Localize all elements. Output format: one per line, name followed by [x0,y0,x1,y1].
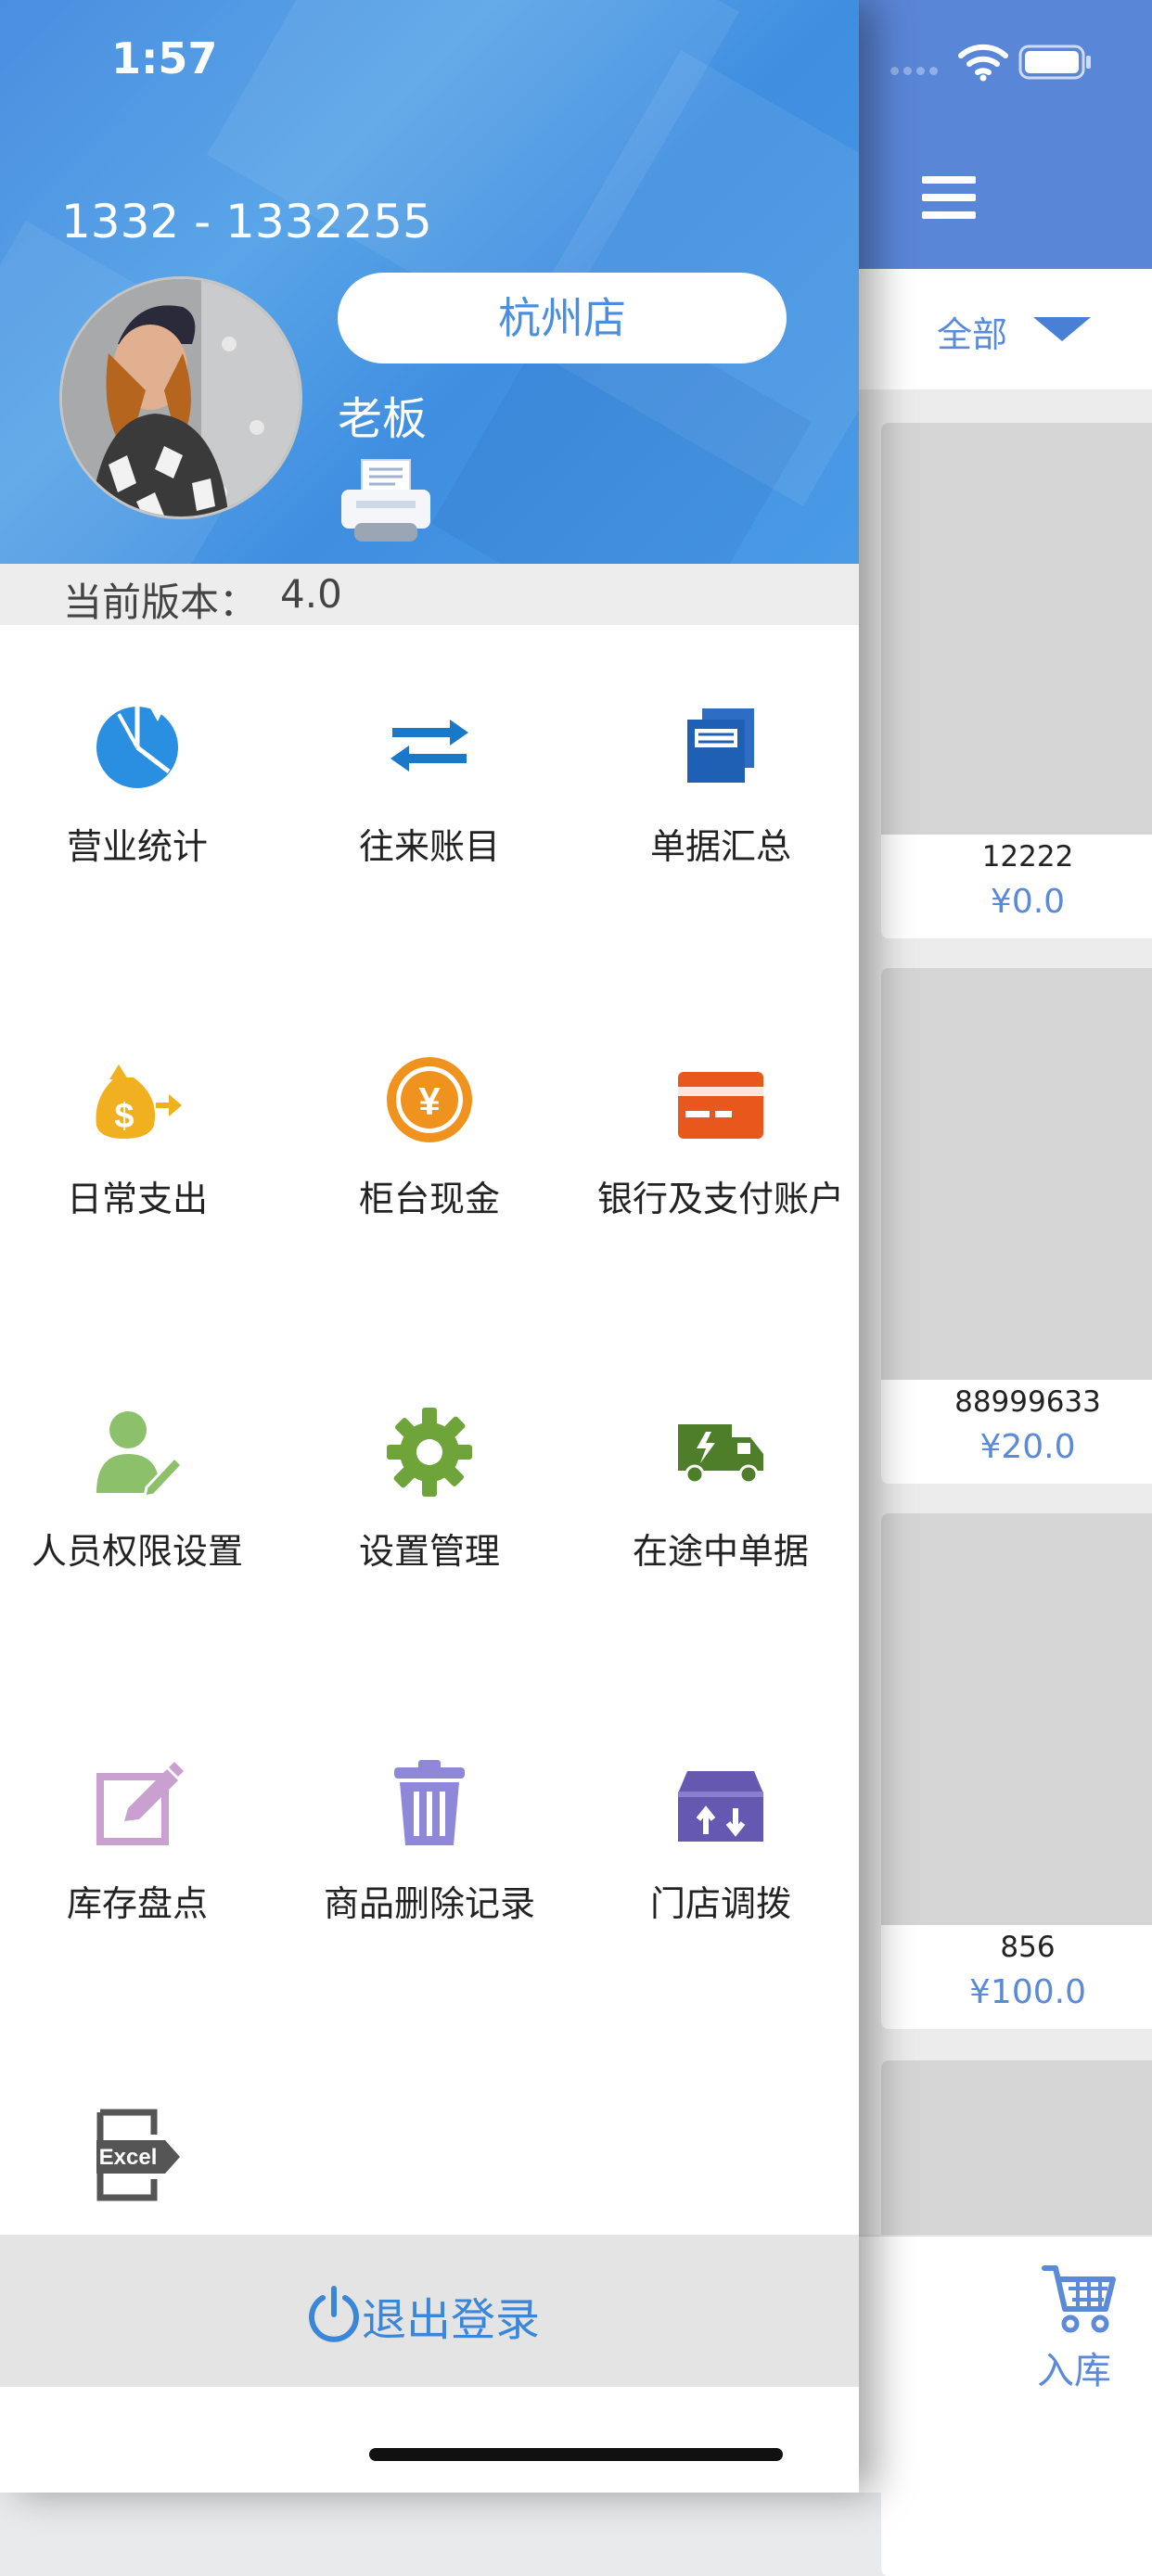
store-selector-button[interactable]: 杭州店 [338,273,787,363]
product-image [881,423,1152,835]
edit-icon [96,1762,184,1845]
transfer-arrows-icon [390,720,468,772]
menu-item-in-transit[interactable]: 在途中单据 [576,1404,865,1756]
menu-item-label: 银行及支付账户 [596,1179,844,1219]
bottom-bar: 入库 [859,2235,1152,2493]
menu-item-label: 营业统计 [66,826,208,867]
menu-item-store-transfer[interactable]: 门店调拨 [576,1756,865,2109]
pie-chart-icon [96,705,178,788]
menu-item-deleted-products[interactable]: 商品删除记录 [285,1756,574,2109]
drawer-header: 1:57 1332 - 1332255 杭州店 老板 [0,0,859,564]
menu-item-stocktaking[interactable]: 库存盘点 [0,1756,282,2109]
menu-item-label: 库存盘点 [66,1883,208,1924]
status-icons [890,41,1132,82]
logout-button[interactable]: 退出登录 [0,2235,859,2387]
user-role: 老板 [338,393,428,445]
svg-text:¥: ¥ [418,1079,441,1123]
version-value: 4.0 [280,571,342,617]
yen-coin-icon: ¥ [387,1057,472,1142]
wifi-icon [958,44,1008,82]
avatar[interactable] [59,276,302,519]
menu-item-label: 门店调拨 [649,1883,791,1924]
menu-icon[interactable] [922,176,976,223]
menu-item-counter-cash[interactable]: ¥ 柜台现金 [285,1052,574,1404]
chevron-down-icon[interactable] [1033,317,1091,341]
menu-item-accounts[interactable]: 往来账目 [285,699,574,1052]
documents-icon [687,708,754,783]
menu-item-label: 商品删除记录 [323,1883,535,1924]
product-price: ¥20.0 [979,1428,1076,1466]
filter-label[interactable]: 全部 [937,306,1007,357]
main-header [859,0,1152,269]
logout-label[interactable]: 退出登录 [362,2283,540,2348]
menu-item-excel-export[interactable]: Excel [0,2109,282,2229]
product-card[interactable]: 12222 ¥0.0 [881,423,1152,938]
product-image [881,968,1152,1380]
version-label: 当前版本： [63,580,259,625]
account-id: 1332 - 1332255 [61,195,432,249]
menu-item-documents-summary[interactable]: 单据汇总 [576,699,865,1052]
menu-item-label: 柜台现金 [358,1179,500,1219]
battery-icon [1018,45,1091,80]
cart-icon[interactable] [1041,2263,1119,2333]
bank-card-icon [678,1072,763,1139]
power-icon [309,2286,359,2342]
product-name: 88999633 [954,1385,1101,1419]
product-card[interactable]: 856 ¥100.0 [881,1513,1152,2029]
filter-bar[interactable]: 全部 [859,269,1152,389]
menu-item-settings[interactable]: 设置管理 [285,1404,574,1756]
stock-in-label[interactable]: 入库 [1037,2340,1111,2394]
product-price: ¥100.0 [969,1973,1086,2011]
menu-item-label: 日常支出 [66,1179,208,1219]
excel-export-icon: Excel [96,2109,180,2201]
menu-item-bank-accounts[interactable]: 银行及支付账户 [576,1052,865,1404]
user-edit-icon [96,1411,184,1497]
menu-item-label: 往来账目 [358,826,500,867]
product-price: ¥0.0 [990,883,1066,921]
menu-item-daily-expenses[interactable]: $ 日常支出 [0,1052,282,1404]
transfer-box-icon [678,1771,763,1842]
printer-icon[interactable] [338,458,434,543]
side-drawer: 1:57 1332 - 1332255 杭州店 老板 当前版本： 4.0 营业统… [0,0,859,2493]
menu-item-label: 在途中单据 [632,1531,809,1572]
product-image [881,1513,1152,1925]
product-name: 856 [1000,1931,1056,1964]
menu-item-label: 单据汇总 [649,826,791,867]
money-bag-icon: $ [96,1065,182,1139]
product-name: 12222 [981,840,1074,874]
truck-icon [678,1424,763,1485]
signal-icon [890,61,942,75]
svg-text:Excel: Excel [99,2145,158,2170]
status-time: 1:57 [111,33,218,83]
main-panel: 全部 12222 ¥0.0 88999633 ¥20.0 856 ¥100.0 … [859,0,1152,2576]
version-bar: 当前版本： 4.0 [0,564,859,625]
menu-item-business-stats[interactable]: 营业统计 [0,699,282,1052]
svg-text:$: $ [114,1097,134,1136]
product-card[interactable]: 88999633 ¥20.0 [881,968,1152,1484]
trash-icon [394,1760,465,1845]
menu-item-permissions[interactable]: 人员权限设置 [0,1404,282,1756]
menu-item-label: 人员权限设置 [31,1531,243,1572]
gear-icon [387,1408,472,1497]
home-indicator [369,2448,783,2461]
menu-item-label: 设置管理 [358,1531,500,1572]
